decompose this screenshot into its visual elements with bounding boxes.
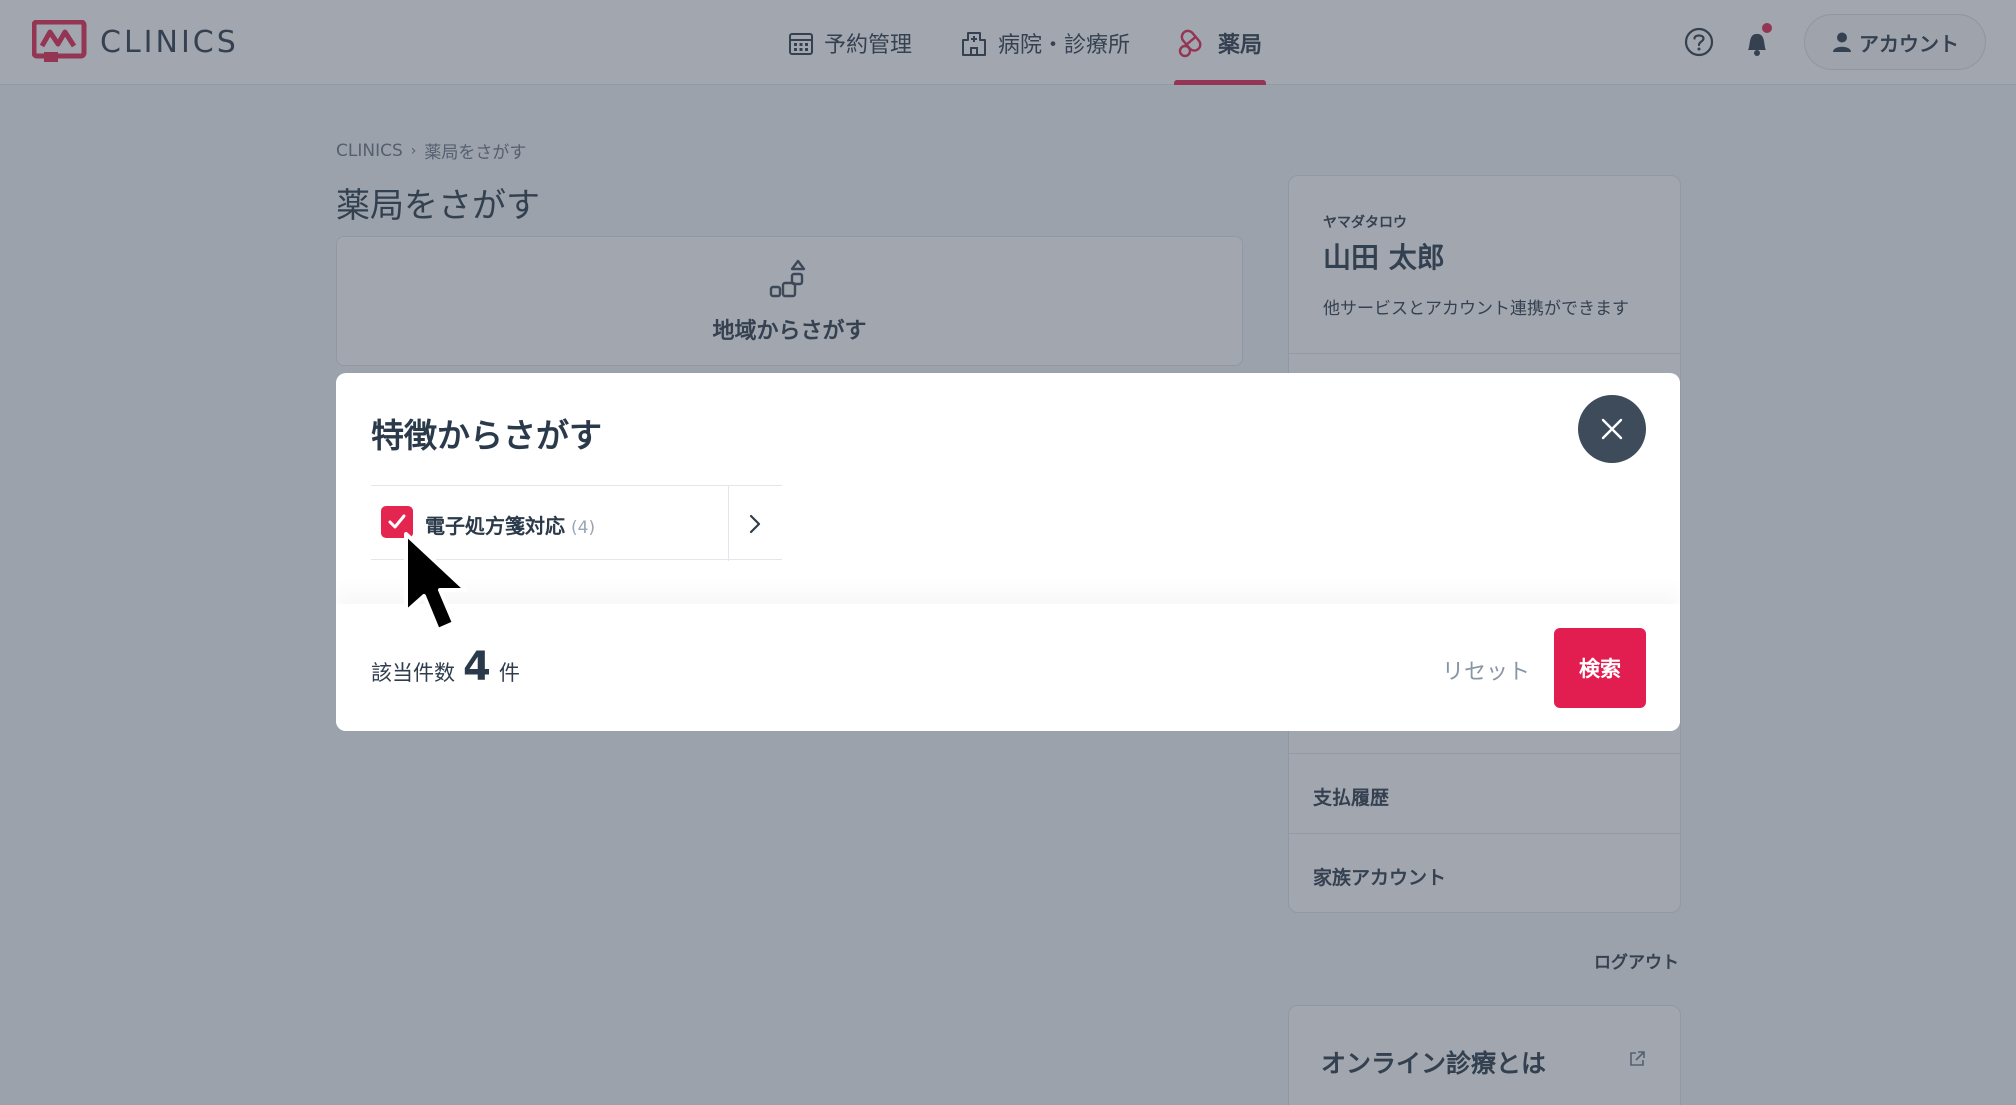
filter-count: (4): [571, 518, 596, 538]
modal-title: 特徴からさがす: [371, 416, 602, 455]
filter-expand-button[interactable]: [728, 486, 782, 561]
close-button[interactable]: [1578, 395, 1646, 463]
modal-footer: 該当件数 4 件 リセット 検索: [336, 604, 1680, 731]
check-icon: [388, 514, 406, 529]
feature-search-modal: 特徴からさがす 電子処方箋対応 (4) 該当件数 4 件 リセット 検索: [336, 373, 1680, 731]
result-number: 4: [463, 644, 491, 690]
result-suffix: 件: [498, 661, 520, 685]
search-button[interactable]: 検索: [1554, 628, 1646, 708]
reset-button[interactable]: リセット: [1442, 654, 1530, 686]
close-icon: [1601, 418, 1623, 440]
mouse-cursor-icon: [404, 532, 468, 632]
result-count: 該当件数 4 件: [371, 644, 520, 690]
result-prefix: 該当件数: [371, 661, 455, 685]
chevron-right-icon: [749, 514, 761, 533]
